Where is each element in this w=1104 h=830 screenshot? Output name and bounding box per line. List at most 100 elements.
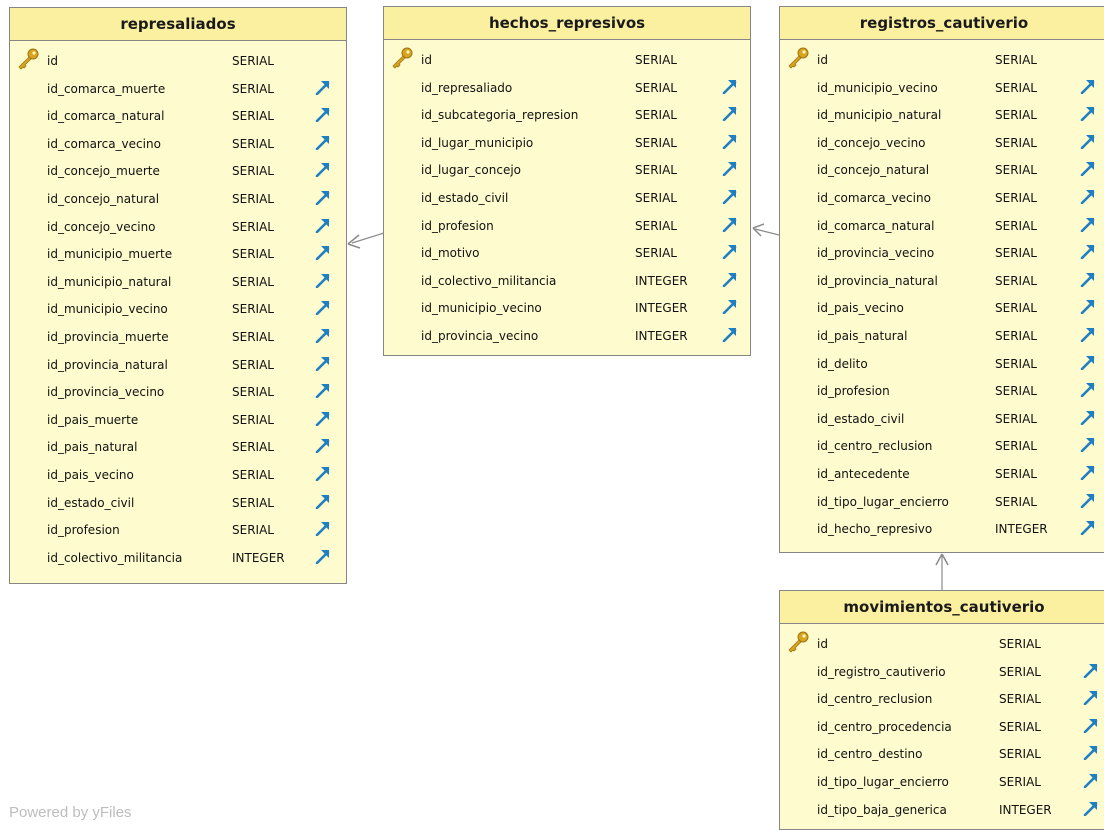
field-row[interactable]: id_colectivo_militancia INTEGER: [10, 546, 346, 574]
fk-arrow-icon[interactable]: [315, 79, 331, 95]
field-row[interactable]: id_comarca_vecino SERIAL: [10, 132, 346, 160]
fk-arrow-icon[interactable]: [722, 298, 738, 315]
fk-arrow-icon[interactable]: [722, 78, 738, 94]
fk-arrow-icon[interactable]: [315, 161, 331, 178]
fk-arrow-icon[interactable]: [315, 382, 331, 399]
fk-arrow-icon[interactable]: [315, 410, 331, 427]
field-row[interactable]: id_profesion SERIAL: [780, 379, 1104, 407]
field-row[interactable]: id_registro_cautiverio SERIAL: [780, 660, 1104, 688]
field-row[interactable]: id_profesion SERIAL: [10, 518, 346, 546]
field-row[interactable]: id_municipio_muerte SERIAL: [10, 242, 346, 270]
field-row[interactable]: id SERIAL: [384, 47, 750, 76]
field-row[interactable]: id_hecho_represivo INTEGER: [780, 517, 1104, 545]
field-row[interactable]: id_profesion SERIAL: [384, 214, 750, 242]
field-row[interactable]: id_centro_reclusion SERIAL: [780, 687, 1104, 715]
fk-arrow-icon[interactable]: [1080, 243, 1096, 260]
fk-arrow-icon[interactable]: [722, 188, 738, 205]
field-row[interactable]: id_estado_civil SERIAL: [384, 186, 750, 214]
fk-arrow-icon[interactable]: [722, 243, 738, 260]
fk-arrow-icon[interactable]: [1083, 744, 1099, 761]
field-row[interactable]: id_provincia_vecino SERIAL: [780, 241, 1104, 269]
fk-arrow-icon[interactable]: [315, 134, 331, 151]
fk-arrow-icon[interactable]: [722, 216, 738, 232]
fk-arrow-icon[interactable]: [722, 105, 738, 122]
fk-arrow-icon[interactable]: [315, 520, 331, 537]
table-represaliados[interactable]: represaliados id SERIAL id_comarca_muerte S…: [9, 7, 347, 584]
table-registros-cautiverio[interactable]: registros_cautiverio id SERIAL id_municipi…: [779, 6, 1104, 553]
field-row[interactable]: id SERIAL: [780, 631, 1104, 660]
field-row[interactable]: id_centro_destino SERIAL: [780, 742, 1104, 770]
fk-arrow-icon[interactable]: [1080, 78, 1096, 94]
field-row[interactable]: id_provincia_muerte SERIAL: [10, 325, 346, 353]
field-row[interactable]: id_tipo_lugar_encierro SERIAL: [780, 770, 1104, 798]
field-row[interactable]: id_pais_muerte SERIAL: [10, 408, 346, 436]
fk-arrow-icon[interactable]: [1080, 298, 1096, 315]
field-row[interactable]: id_municipio_natural SERIAL: [10, 270, 346, 298]
fk-arrow-icon[interactable]: [315, 217, 331, 233]
fk-arrow-icon[interactable]: [1080, 133, 1096, 150]
fk-arrow-icon[interactable]: [1080, 519, 1096, 536]
fk-arrow-icon[interactable]: [315, 189, 331, 206]
fk-arrow-icon[interactable]: [1080, 464, 1096, 481]
fk-arrow-icon[interactable]: [315, 548, 331, 564]
fk-arrow-icon[interactable]: [1083, 689, 1099, 706]
field-row[interactable]: id_provincia_vecino INTEGER: [384, 324, 750, 352]
fk-arrow-icon[interactable]: [1080, 381, 1096, 398]
field-row[interactable]: id_comarca_natural SERIAL: [10, 104, 346, 132]
fk-arrow-icon[interactable]: [722, 160, 738, 177]
fk-arrow-icon[interactable]: [722, 271, 738, 288]
field-row[interactable]: id_provincia_natural SERIAL: [780, 269, 1104, 297]
fk-arrow-icon[interactable]: [1080, 436, 1096, 453]
field-row[interactable]: id_pais_natural SERIAL: [780, 324, 1104, 352]
fk-arrow-icon[interactable]: [722, 326, 738, 343]
field-row[interactable]: id_motivo SERIAL: [384, 241, 750, 269]
field-row[interactable]: id_subcategoria_represion SERIAL: [384, 103, 750, 131]
fk-arrow-icon[interactable]: [1080, 492, 1096, 508]
field-row[interactable]: id_concejo_vecino SERIAL: [780, 131, 1104, 159]
field-row[interactable]: id_comarca_muerte SERIAL: [10, 77, 346, 105]
fk-arrow-icon[interactable]: [315, 437, 331, 454]
field-row[interactable]: id_estado_civil SERIAL: [780, 407, 1104, 435]
field-row[interactable]: id_colectivo_militancia INTEGER: [384, 269, 750, 297]
fk-arrow-icon[interactable]: [1080, 271, 1096, 288]
fk-arrow-icon[interactable]: [1080, 409, 1096, 426]
field-row[interactable]: id SERIAL: [10, 48, 346, 77]
fk-arrow-icon[interactable]: [315, 244, 331, 261]
field-row[interactable]: id_delito SERIAL: [780, 352, 1104, 380]
field-row[interactable]: id_pais_natural SERIAL: [10, 435, 346, 463]
field-row[interactable]: id_pais_vecino SERIAL: [10, 463, 346, 491]
fk-arrow-icon[interactable]: [1083, 717, 1099, 734]
fk-arrow-icon[interactable]: [1083, 800, 1099, 816]
field-row[interactable]: id_antecedente SERIAL: [780, 462, 1104, 490]
fk-arrow-icon[interactable]: [315, 272, 331, 289]
fk-arrow-icon[interactable]: [315, 106, 331, 123]
field-row[interactable]: id_concejo_vecino SERIAL: [10, 215, 346, 243]
table-hechos-represivos[interactable]: hechos_represivos id SERIAL id_represaliad…: [383, 6, 751, 356]
fk-arrow-icon[interactable]: [1080, 160, 1096, 177]
fk-arrow-icon[interactable]: [315, 493, 331, 509]
field-row[interactable]: id_concejo_muerte SERIAL: [10, 159, 346, 187]
fk-arrow-icon[interactable]: [722, 133, 738, 150]
field-row[interactable]: id_tipo_baja_generica INTEGER: [780, 798, 1104, 826]
fk-arrow-icon[interactable]: [315, 355, 331, 371]
table-movimientos-cautiverio[interactable]: movimientos_cautiverio id SERIAL id_regist…: [779, 590, 1104, 830]
field-row[interactable]: id_concejo_natural SERIAL: [10, 187, 346, 215]
field-row[interactable]: id_tipo_lugar_encierro SERIAL: [780, 490, 1104, 518]
fk-arrow-icon[interactable]: [315, 327, 331, 344]
field-row[interactable]: id_lugar_concejo SERIAL: [384, 158, 750, 186]
field-row[interactable]: id_comarca_natural SERIAL: [780, 214, 1104, 242]
field-row[interactable]: id_estado_civil SERIAL: [10, 491, 346, 519]
fk-arrow-icon[interactable]: [1080, 105, 1096, 122]
fk-arrow-icon[interactable]: [1080, 216, 1096, 232]
fk-arrow-icon[interactable]: [1083, 772, 1099, 789]
fk-arrow-icon[interactable]: [1083, 662, 1099, 678]
field-row[interactable]: id_municipio_vecino INTEGER: [384, 296, 750, 324]
field-row[interactable]: id_centro_reclusion SERIAL: [780, 434, 1104, 462]
field-row[interactable]: id_municipio_vecino SERIAL: [10, 297, 346, 325]
field-row[interactable]: id_provincia_natural SERIAL: [10, 353, 346, 381]
field-row[interactable]: id_lugar_municipio SERIAL: [384, 131, 750, 159]
field-row[interactable]: id_centro_procedencia SERIAL: [780, 715, 1104, 743]
field-row[interactable]: id_comarca_vecino SERIAL: [780, 186, 1104, 214]
fk-arrow-icon[interactable]: [315, 465, 331, 482]
field-row[interactable]: id_represaliado SERIAL: [384, 76, 750, 104]
